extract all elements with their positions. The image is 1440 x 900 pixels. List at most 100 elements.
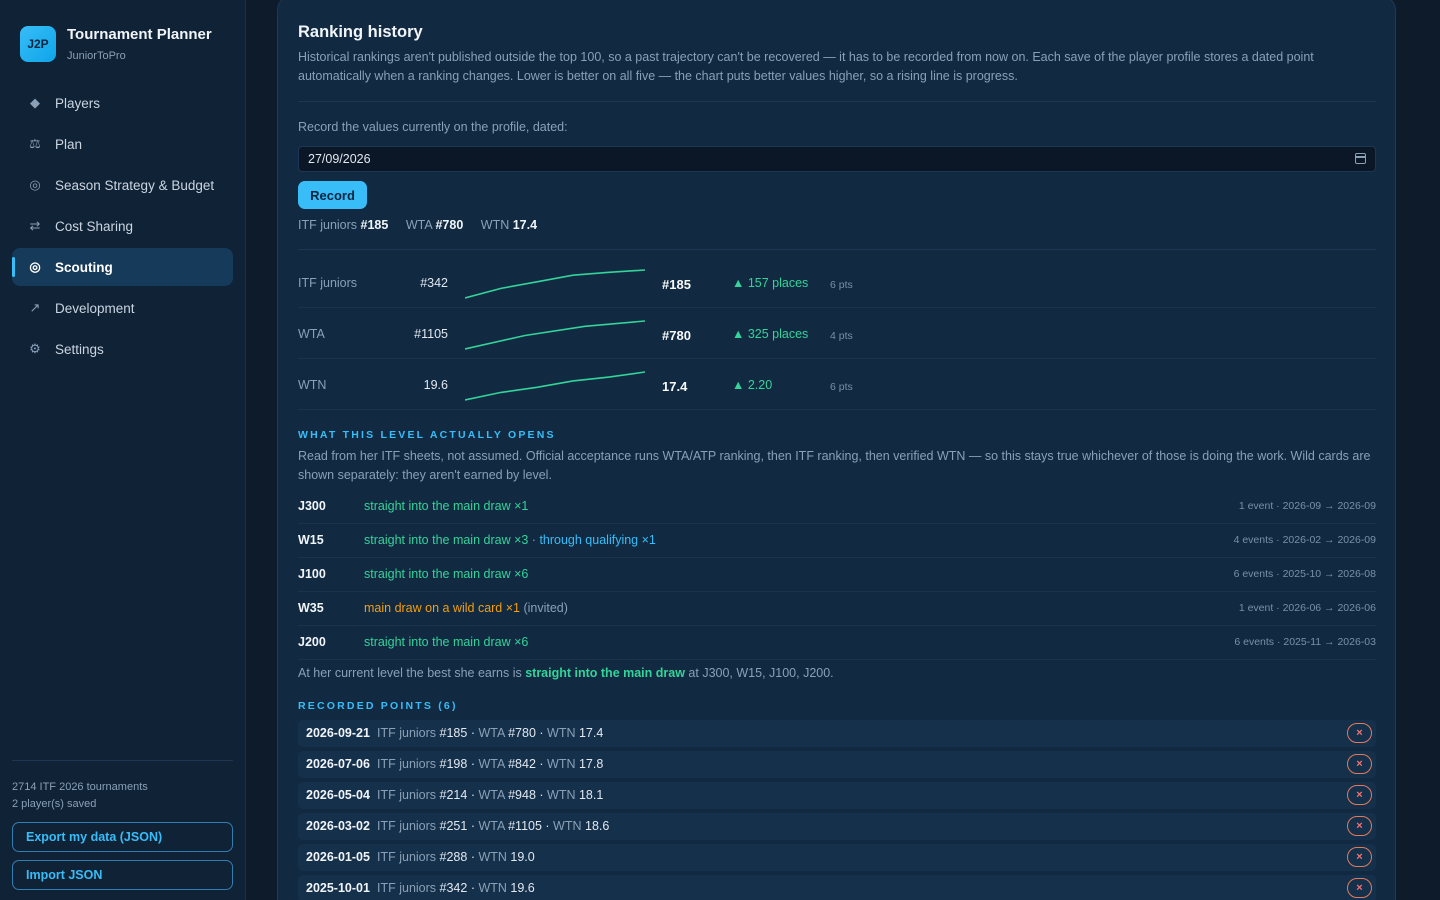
delete-point-button[interactable]: × <box>1347 816 1372 836</box>
point-metric-value: #214 <box>439 788 468 802</box>
level-row: W35 main draw on a wild card ×1 (invited)… <box>298 592 1376 626</box>
ranking-trend-row: WTN 19.6 17.4 ▲ 2.20 6 pts <box>298 359 1376 410</box>
sidebar-item-label: Settings <box>55 341 104 357</box>
sidebar-item-label: Scouting <box>55 259 113 275</box>
point-metric-label: ITF juniors <box>377 881 437 895</box>
level-events-meta: 4 events · 2026-02 → 2026-09 <box>1233 534 1376 546</box>
current-rankings: ITF juniors #185 WTA #780 WTN 17.4 <box>298 218 537 232</box>
recorded-point-row: 2026-07-06 ITF juniors #198 · WTA #842 · … <box>298 751 1376 778</box>
main-draw-access: straight into the main draw ×6 <box>364 567 529 581</box>
trend-change: ▲ 157 places <box>732 276 809 290</box>
delete-point-button[interactable]: × <box>1347 785 1372 805</box>
ranking-history-card: Ranking history Historical rankings aren… <box>277 0 1396 900</box>
sidebar-nav: ◆ Players ⚖ Plan ◎ Season Strategy & Budget ⇄ C… <box>12 84 233 371</box>
trend-label: WTN <box>298 378 327 392</box>
delete-point-button[interactable]: × <box>1347 723 1372 743</box>
delete-point-button[interactable]: × <box>1347 878 1372 898</box>
divider <box>298 101 1376 102</box>
point-metric-label: WTN <box>478 881 507 895</box>
trend-current-value: #185 <box>662 277 691 292</box>
delete-point-button[interactable]: × <box>1347 754 1372 774</box>
level-code: W35 <box>298 601 324 615</box>
level-events-meta: 6 events · 2025-10 → 2026-08 <box>1233 568 1376 580</box>
point-date: 2026-01-05 <box>306 850 370 864</box>
point-metric-value: #1105 <box>508 819 542 833</box>
point-date: 2026-03-02 <box>306 819 370 833</box>
page-title: Ranking history <box>298 23 423 41</box>
trend-label: ITF juniors <box>298 276 358 290</box>
recorded-point-row: 2026-01-05 ITF juniors #288 · WTN 19.0 × <box>298 844 1376 871</box>
point-metric-label: WTA <box>478 788 505 802</box>
divider <box>298 249 1376 250</box>
level-code: J300 <box>298 499 326 513</box>
sidebar-item-season-strategy-budget[interactable]: ◎ Season Strategy & Budget <box>12 166 233 204</box>
point-values: ITF juniors #214 · WTA #948 · WTN 18.1 <box>377 788 604 802</box>
tournament-count: 2714 ITF 2026 tournaments <box>12 781 148 793</box>
trend-change: ▲ 2.20 <box>732 378 773 392</box>
trend-current-value: 17.4 <box>662 379 688 394</box>
level-code: J100 <box>298 567 326 581</box>
sidebar-item-label: Development <box>55 300 135 316</box>
level-row: W15 straight into the main draw ×3 · thro… <box>298 524 1376 558</box>
sidebar-item-scouting[interactable]: ◎ Scouting <box>12 248 233 286</box>
level-events-meta: 6 events · 2025-11 → 2026-03 <box>1234 636 1376 648</box>
point-metric-label: ITF juniors <box>377 757 437 771</box>
record-date-input[interactable]: 27/09/2026 <box>298 146 1376 172</box>
point-metric-value: #842 <box>508 757 536 771</box>
ranking-trend-row: WTA #1105 #780 ▲ 325 places 4 pts <box>298 308 1376 359</box>
point-metric-value: #185 <box>439 726 468 740</box>
point-metric-label: WTA <box>478 819 505 833</box>
brand: J2P Tournament Planner JuniorToPro <box>20 26 212 62</box>
summary-suffix: at J300, W15, J100, J200. <box>684 666 834 680</box>
swap-arrows-icon: ⇄ <box>29 218 41 233</box>
sidebar-item-label: Cost Sharing <box>55 218 134 234</box>
point-metric-value: #342 <box>439 881 468 895</box>
ranking-trend-row: ITF juniors #342 #185 ▲ 157 places 6 pts <box>298 257 1376 308</box>
current-itf-value: #185 <box>360 218 389 232</box>
record-button[interactable]: Record <box>298 181 367 209</box>
sidebar-item-development[interactable]: ↗ Development <box>12 289 233 327</box>
calendar-icon[interactable] <box>1355 153 1366 164</box>
sidebar-item-label: Players <box>55 95 101 111</box>
level-events-meta: 1 event · 2026-06 → 2026-06 <box>1238 602 1376 614</box>
trend-line <box>465 320 645 350</box>
scales-icon: ⚖ <box>29 136 41 151</box>
app-subtitle: JuniorToPro <box>67 49 126 62</box>
sidebar-item-players[interactable]: ◆ Players <box>12 84 233 122</box>
sidebar-item-settings[interactable]: ⚙ Settings <box>12 330 233 368</box>
trend-arrow-icon: ↗ <box>29 300 41 315</box>
levels-heading: WHAT THIS LEVEL ACTUALLY OPENS <box>298 429 556 441</box>
point-metric-label: WTA <box>478 757 505 771</box>
sidebar-item-plan[interactable]: ⚖ Plan <box>12 125 233 163</box>
point-values: ITF juniors #288 · WTN 19.0 <box>377 850 535 864</box>
recorded-point-row: 2026-03-02 ITF juniors #251 · WTA #1105 ·… <box>298 813 1376 840</box>
main-draw-access: straight into the main draw ×3 <box>364 533 529 547</box>
trend-start-value: #1105 <box>414 327 448 341</box>
app-logo: J2P <box>20 26 56 62</box>
delete-point-button[interactable]: × <box>1347 847 1372 867</box>
level-events-meta: 1 event · 2026-09 → 2026-09 <box>1238 500 1376 512</box>
point-metric-value: 17.8 <box>578 757 604 771</box>
main-draw-access: straight into the main draw ×1 <box>364 499 529 513</box>
point-metric-value: 18.6 <box>585 819 610 833</box>
export-json-button[interactable]: Export my data (JSON) <box>12 822 233 852</box>
levels-summary: At her current level the best she earns … <box>298 666 834 680</box>
current-itf-label: ITF juniors <box>298 218 358 232</box>
import-json-button[interactable]: Import JSON <box>12 860 233 890</box>
sidebar-item-cost-sharing[interactable]: ⇄ Cost Sharing <box>12 207 233 245</box>
point-metric-label: ITF juniors <box>377 726 437 740</box>
current-wtn-value: 17.4 <box>512 218 538 232</box>
trend-sparkline <box>465 371 645 401</box>
level-code: J200 <box>298 635 326 649</box>
recorded-point-row: 2026-05-04 ITF juniors #214 · WTA #948 · … <box>298 782 1376 809</box>
sidebar-item-label: Plan <box>55 136 83 152</box>
point-metric-label: WTN <box>547 757 576 771</box>
point-metric-label: WTN <box>547 726 576 740</box>
invited-note: (invited) <box>519 601 568 615</box>
level-access: straight into the main draw ×6 <box>364 567 528 581</box>
trend-line <box>465 371 645 401</box>
point-metric-value: 18.1 <box>578 788 604 802</box>
radar-icon: ◎ <box>29 259 41 274</box>
summary-highlight: straight into the main draw <box>525 666 685 680</box>
record-date-value: 27/09/2026 <box>308 152 371 166</box>
